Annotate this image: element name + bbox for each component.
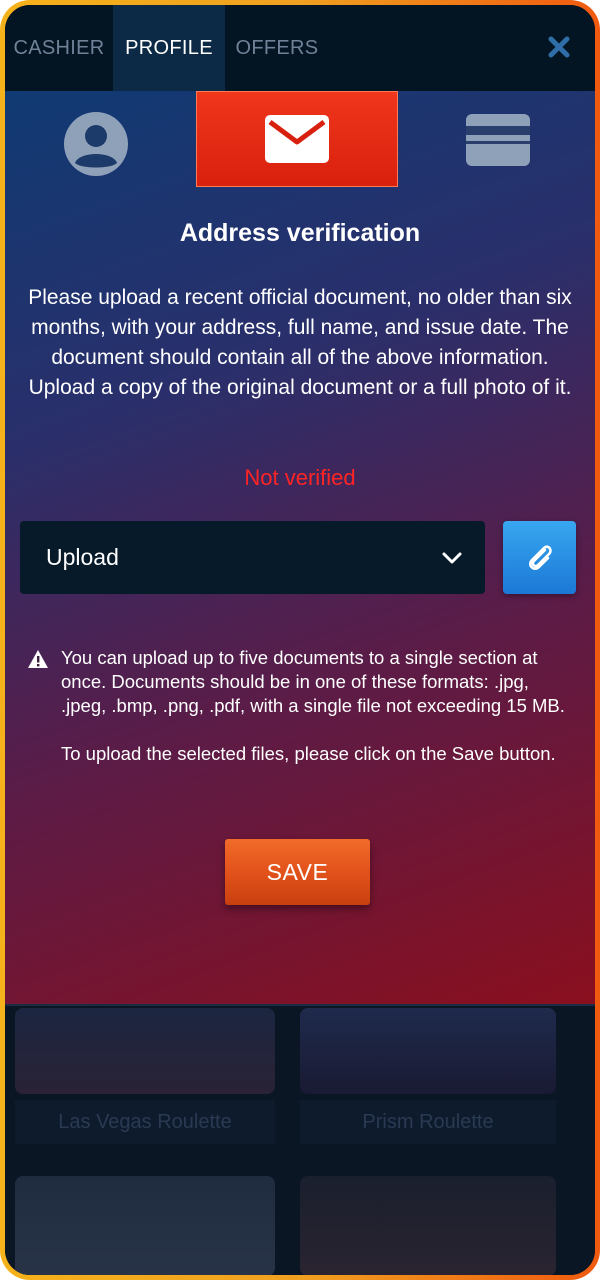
tab-bar: CASHIER PROFILE OFFERS — [5, 5, 595, 91]
chevron-down-icon — [442, 552, 462, 563]
close-button[interactable] — [541, 29, 577, 65]
upload-notice: You can upload up to five documents to a… — [27, 646, 571, 790]
game-tile — [300, 1176, 556, 1275]
page-title: Address verification — [179, 219, 421, 247]
background-games: Las Vegas Roulette Prism Roulette — [5, 1004, 595, 1275]
divider — [5, 1004, 595, 1006]
game-tile — [300, 1008, 556, 1094]
screen: CASHIER PROFILE OFFERS Address verificat… — [5, 5, 595, 1275]
game-tile — [15, 1008, 275, 1094]
tab-cashier[interactable]: CASHIER — [5, 5, 113, 91]
game-title: Las Vegas Roulette — [15, 1100, 275, 1144]
device-frame: CASHIER PROFILE OFFERS Address verificat… — [0, 0, 600, 1280]
notice-paragraph-1: You can upload up to five documents to a… — [61, 647, 565, 716]
upload-label: Upload — [46, 544, 119, 570]
user-icon[interactable] — [63, 111, 129, 177]
tab-offers[interactable]: OFFERS — [225, 5, 329, 91]
upload-dropdown[interactable]: Upload — [20, 521, 485, 594]
attach-file-button[interactable] — [503, 521, 576, 594]
mail-icon — [265, 115, 329, 163]
verification-steps — [5, 91, 595, 191]
notice-paragraph-2: To upload the selected files, please cli… — [61, 743, 556, 764]
save-button[interactable]: SAVE — [225, 839, 370, 905]
description-text: Please upload a recent official document… — [28, 286, 572, 399]
status-badge: Not verified — [244, 465, 356, 490]
address-step-button[interactable] — [196, 91, 398, 187]
tab-profile[interactable]: PROFILE — [113, 5, 225, 91]
address-verification-panel: Address verification Please upload a rec… — [5, 91, 595, 1004]
game-title: Prism Roulette — [300, 1100, 556, 1144]
close-icon — [548, 36, 570, 58]
paperclip-icon — [528, 544, 552, 570]
game-tile — [15, 1176, 275, 1275]
warning-icon — [28, 650, 48, 668]
card-icon[interactable] — [465, 113, 531, 167]
